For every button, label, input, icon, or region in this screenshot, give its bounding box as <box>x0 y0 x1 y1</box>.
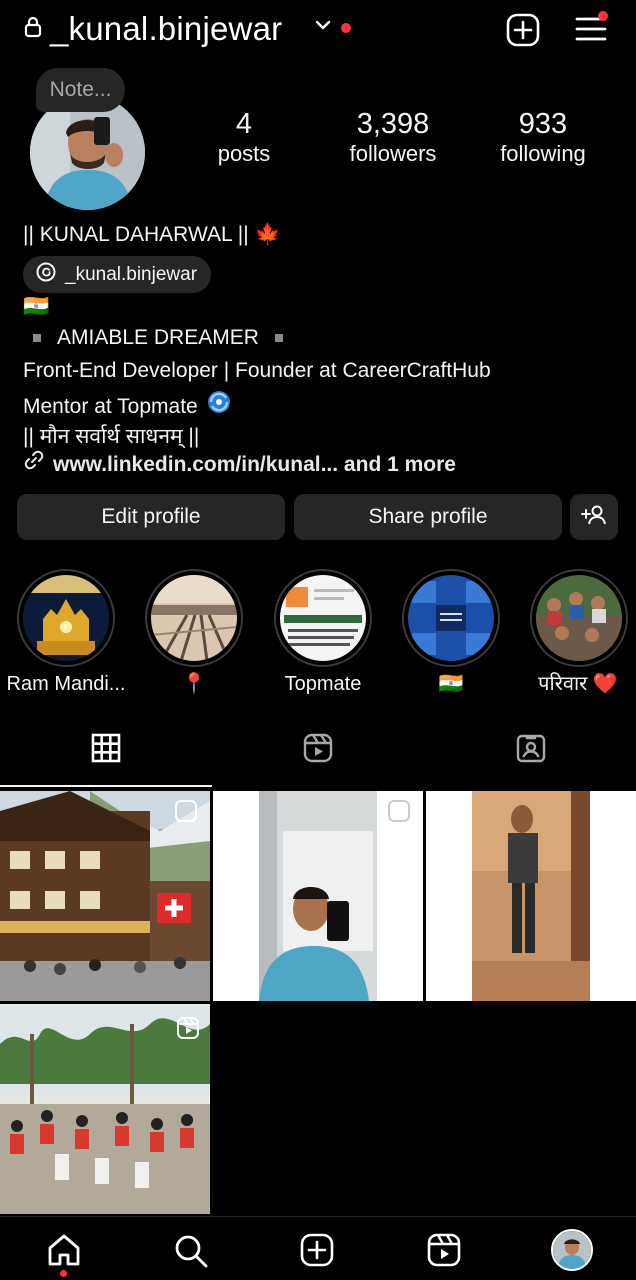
highlight-cover <box>408 575 494 661</box>
followers-stat[interactable]: 3,398 followers <box>333 107 453 167</box>
top-bar: _kunal.binjewar <box>0 0 636 62</box>
bio-line-2: Mentor at Topmate <box>23 394 198 418</box>
maple-leaf-emoji: 🍁 <box>254 223 281 246</box>
bio-tagline: AMIABLE DREAMER <box>57 326 259 349</box>
profile-link[interactable]: www.linkedin.com/in/kunal... and 1 more <box>23 449 456 480</box>
profile-avatar[interactable] <box>30 95 145 210</box>
bio-line-1: Front-End Developer | Founder at CareerC… <box>23 359 491 382</box>
highlight-cover <box>151 575 237 661</box>
square-bullet-icon <box>274 334 283 342</box>
bio-line-3: || मौन सर्वार्थ साधनम् || <box>23 425 200 448</box>
highlight-label: 📍 <box>181 673 207 695</box>
profile-link-text: www.linkedin.com/in/kunal... and 1 more <box>53 452 456 476</box>
highlight-ram-mandir[interactable] <box>17 569 115 667</box>
following-label: following <box>500 141 586 166</box>
search-icon[interactable] <box>173 1233 209 1274</box>
reels-tab-icon[interactable] <box>302 732 334 769</box>
threads-icon <box>35 261 57 289</box>
edit-profile-button[interactable]: Edit profile <box>17 494 285 540</box>
followers-count: 3,398 <box>356 108 430 140</box>
highlight-label: 🇮🇳 <box>438 673 464 695</box>
home-notification-dot <box>60 1270 67 1277</box>
bottom-navigation <box>0 1216 636 1280</box>
highlight-cover <box>536 575 622 661</box>
followers-label: followers <box>349 141 437 166</box>
create-post-icon[interactable] <box>505 12 541 53</box>
posts-stat[interactable]: 4 posts <box>204 107 284 167</box>
reels-icon[interactable] <box>427 1233 461 1272</box>
tagged-tab-icon[interactable] <box>515 732 547 769</box>
display-name: || KUNAL DAHARWAL || 🍁 <box>23 220 281 250</box>
following-stat[interactable]: 933 following <box>488 107 598 167</box>
highlight-label: Ram Mandi... <box>6 673 126 695</box>
add-person-icon <box>581 504 607 531</box>
highlight-family[interactable] <box>530 569 628 667</box>
square-bullet-icon <box>33 334 41 342</box>
reel-indicator-icon <box>176 1016 200 1045</box>
account-switcher-username[interactable]: _kunal.binjewar <box>50 8 282 50</box>
display-name-text: || KUNAL DAHARWAL || <box>23 223 249 246</box>
threads-handle: _kunal.binjewar <box>65 263 198 285</box>
cyclone-emoji-icon <box>206 389 232 424</box>
lock-icon <box>24 16 42 43</box>
link-icon <box>23 449 45 480</box>
highlight-cover <box>23 575 109 661</box>
chevron-down-icon[interactable] <box>314 18 332 37</box>
profile-avatar-nav[interactable] <box>551 1229 593 1271</box>
bio-flag: 🇮🇳 <box>23 295 50 318</box>
bio-tagline-line: AMIABLE DREAMER <box>23 323 283 353</box>
following-count: 933 <box>518 108 568 140</box>
posts-count: 4 <box>235 108 253 140</box>
threads-badge[interactable]: _kunal.binjewar <box>23 256 212 293</box>
highlight-india[interactable] <box>402 569 500 667</box>
highlight-topmate[interactable] <box>274 569 372 667</box>
post-thumbnail-zermatt[interactable] <box>0 791 210 1001</box>
posts-label: posts <box>217 141 271 166</box>
bio-line-2-row: Mentor at Topmate <box>23 389 232 424</box>
highlight-location[interactable] <box>145 569 243 667</box>
share-profile-button[interactable]: Share profile <box>294 494 562 540</box>
home-icon[interactable] <box>46 1233 82 1272</box>
note-bubble[interactable]: Note... <box>36 68 125 112</box>
notification-dot <box>341 23 351 33</box>
highlight-label: परिवार ❤️ <box>538 673 618 695</box>
post-thumbnail-standing-photo[interactable] <box>426 791 636 1001</box>
active-tab-indicator <box>0 785 212 787</box>
menu-notification-dot <box>598 11 608 21</box>
create-icon[interactable] <box>300 1233 334 1272</box>
discover-people-button[interactable] <box>570 494 618 540</box>
grid-tab-icon[interactable] <box>90 732 122 769</box>
highlight-label: Topmate <box>284 673 362 695</box>
highlight-cover <box>280 575 366 661</box>
post-thumbnail-mirror-selfie[interactable] <box>213 791 423 1001</box>
